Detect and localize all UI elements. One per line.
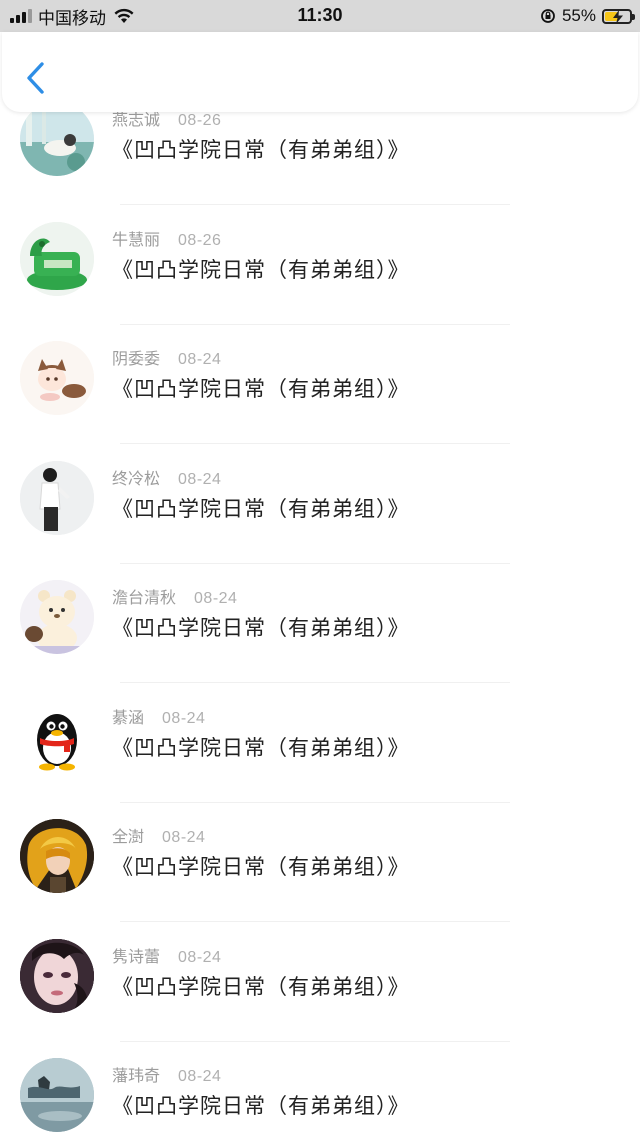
- avatar-bear: [20, 580, 94, 654]
- reader-name: 牛慧丽: [112, 229, 161, 249]
- row-divider: [120, 682, 510, 683]
- row-divider: [120, 1040, 510, 1042]
- item-date: 08-24: [178, 1068, 222, 1085]
- reader-name: 全澍: [112, 827, 145, 846]
- reader-name: 綦涵: [112, 707, 145, 727]
- row-divider: [120, 443, 510, 444]
- reader-name: 阴委委: [112, 349, 161, 368]
- item-date: 08-26: [178, 112, 222, 129]
- chevron-left-icon: [27, 62, 44, 94]
- row-divider: [120, 562, 510, 564]
- item-meta: 綦涵 08-24: [112, 704, 205, 728]
- item-date: 08-24: [178, 351, 222, 368]
- avatar-landscape: [20, 1058, 94, 1132]
- row-divider: [120, 323, 510, 325]
- reader-name: 终冷松: [112, 468, 161, 488]
- item-meta: 牛慧丽 08-26: [112, 226, 221, 250]
- item-meta: 藩玮奇 08-24: [112, 1062, 221, 1086]
- item-date: 08-26: [178, 231, 222, 249]
- item-title: 《凹凸学院日常（有弟弟组）》: [112, 735, 410, 760]
- reader-name: 燕志诚: [112, 112, 161, 129]
- list-item[interactable]: 藩玮奇 08-24 《凹凸学院日常（有弟弟组）》: [0, 1056, 640, 1139]
- item-title: 《凹凸学院日常（有弟弟组）》: [112, 257, 410, 282]
- item-date: 08-24: [194, 590, 238, 607]
- item-date: 08-24: [178, 470, 222, 488]
- battery-percent: 55%: [561, 6, 596, 25]
- item-meta: 终冷松 08-24: [112, 465, 221, 489]
- item-date: 08-24: [178, 948, 222, 966]
- list-item[interactable]: 隽诗蕾 08-24 《凹凸学院日常（有弟弟组）》: [0, 937, 640, 1057]
- battery-icon: [602, 8, 635, 24]
- item-title: 《凹凸学院日常（有弟弟组）》: [112, 138, 410, 162]
- item-title: 《凹凸学院日常（有弟弟组）》: [112, 616, 410, 640]
- item-date: 08-24: [162, 709, 206, 727]
- list-item[interactable]: 全澍 08-24 《凹凸学院日常（有弟弟组）》: [0, 817, 640, 937]
- item-title: 《凹凸学院日常（有弟弟组）》: [112, 377, 410, 401]
- reader-name: 澹台清秋: [112, 588, 177, 607]
- reader-name: 隽诗蕾: [112, 946, 161, 966]
- item-title: 《凹凸学院日常（有弟弟组）》: [112, 1094, 410, 1118]
- avatar-qq-penguin: [20, 699, 94, 774]
- avatar-photo: [20, 112, 94, 176]
- reader-list: 燕志诚 08-26 《凹凸学院日常（有弟弟组）》 牛慧丽 08-26 《凹凸学院日常…: [0, 112, 640, 1139]
- row-divider: [120, 204, 510, 205]
- avatar-person: [20, 460, 94, 535]
- status-bar: 中国移动 11:30 55%: [0, 0, 640, 32]
- rotation-lock-icon: [541, 9, 555, 23]
- item-date: 08-24: [162, 829, 206, 846]
- list-item[interactable]: 綦涵 08-24 《凹凸学院日常（有弟弟组）》: [0, 698, 640, 818]
- nav-header: [2, 32, 638, 112]
- avatar-anime-cat: [20, 341, 94, 415]
- row-divider: [120, 801, 510, 803]
- list-item[interactable]: 牛慧丽 08-26 《凹凸学院日常（有弟弟组）》: [0, 220, 640, 340]
- back-button[interactable]: [22, 60, 50, 96]
- item-meta: 燕志诚 08-26: [112, 112, 221, 130]
- row-divider: [120, 921, 510, 922]
- item-title: 《凹凸学院日常（有弟弟组）》: [112, 496, 410, 521]
- charging-icon: [613, 9, 623, 24]
- list-item[interactable]: 终冷松 08-24 《凹凸学院日常（有弟弟组）》: [0, 459, 640, 579]
- avatar-face: [20, 938, 94, 1013]
- list-item[interactable]: 燕志诚 08-26 《凹凸学院日常（有弟弟组）》: [0, 112, 640, 220]
- item-meta: 隽诗蕾 08-24: [112, 943, 221, 967]
- list-item[interactable]: 澹台清秋 08-24 《凹凸学院日常（有弟弟组）》: [0, 578, 640, 698]
- item-title: 《凹凸学院日常（有弟弟组）》: [112, 974, 410, 999]
- item-meta: 全澍 08-24: [112, 823, 205, 847]
- item-meta: 澹台清秋 08-24: [112, 584, 237, 608]
- avatar-anime-blonde: [20, 819, 94, 893]
- item-title: 《凹凸学院日常（有弟弟组）》: [112, 855, 410, 879]
- avatar-green-dragon: [20, 221, 94, 296]
- list-item[interactable]: 阴委委 08-24 《凹凸学院日常（有弟弟组）》: [0, 339, 640, 459]
- status-right: 55%: [540, 5, 635, 27]
- reader-name: 藩玮奇: [112, 1066, 161, 1085]
- item-meta: 阴委委 08-24: [112, 345, 221, 369]
